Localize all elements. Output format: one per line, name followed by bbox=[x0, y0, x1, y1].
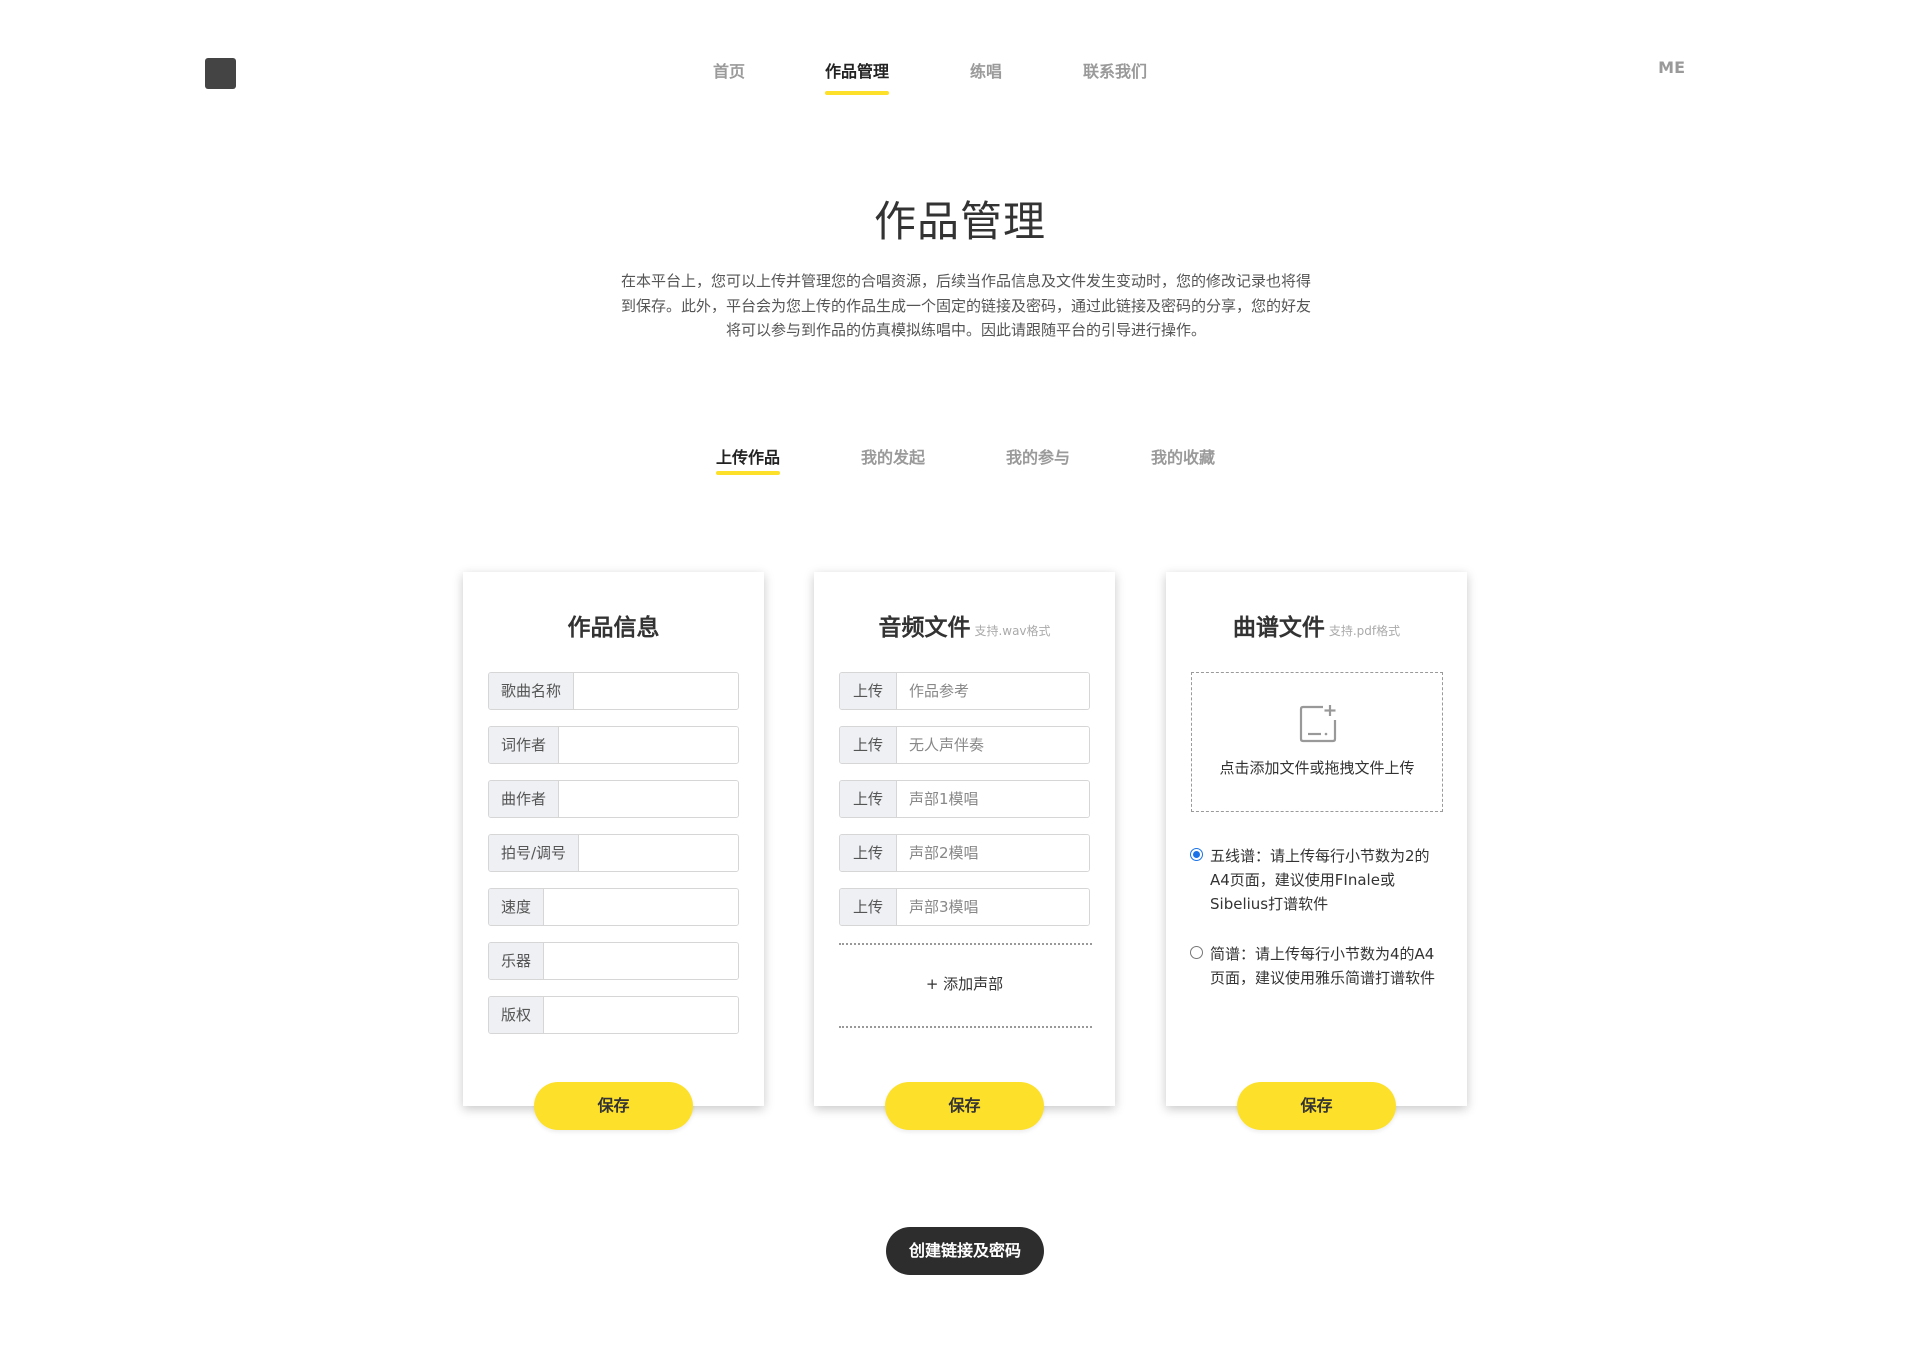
dropzone-text: 点击添加文件或拖拽文件上传 bbox=[1219, 759, 1415, 777]
card-title: 音频文件 支持.wav格式 bbox=[814, 608, 1115, 642]
upload-button[interactable]: 上传 bbox=[840, 889, 898, 925]
card-title: 作品信息 bbox=[463, 608, 764, 642]
page-description: 在本平台上，您可以上传并管理您的合唱资源，后续当作品信息及文件发生变动时，您的修… bbox=[620, 272, 1311, 339]
audio-part3-input[interactable] bbox=[897, 889, 1089, 925]
meter-key-field: 拍号/调号 bbox=[488, 834, 739, 872]
upload-button[interactable]: 上传 bbox=[840, 727, 898, 763]
card-title-text: 音频文件 bbox=[878, 615, 971, 641]
format-hint: 支持.pdf格式 bbox=[1328, 624, 1401, 638]
copyright-field: 版权 bbox=[488, 996, 739, 1034]
tab-participated[interactable]: 我的参与 bbox=[1006, 444, 1070, 468]
field-label: 曲作者 bbox=[489, 781, 560, 817]
top-nav: 首页 作品管理 练唱 联系我们 bbox=[0, 56, 1920, 100]
numbered-notation-option[interactable]: 简谱：请上传每行小节数为4的A4页面，建议使用雅乐简谱打谱软件 bbox=[1190, 942, 1440, 990]
audio-row-part2: 上传 bbox=[839, 834, 1090, 872]
audio-row-accompaniment: 上传 bbox=[839, 726, 1090, 764]
tempo-input[interactable] bbox=[544, 889, 738, 925]
song-name-field: 歌曲名称 bbox=[488, 672, 739, 710]
card-title: 曲谱文件 支持.pdf格式 bbox=[1166, 608, 1467, 642]
format-hint: 支持.wav格式 bbox=[974, 624, 1051, 638]
add-part-button[interactable]: + 添加声部 bbox=[814, 973, 1115, 994]
card-title-text: 曲谱文件 bbox=[1232, 615, 1325, 641]
work-info-card: 作品信息 歌曲名称 词作者 曲作者 拍号/调号 速度 乐器 版权 保存 bbox=[463, 572, 764, 1130]
card-title-text: 作品信息 bbox=[567, 615, 660, 641]
field-label: 乐器 bbox=[489, 943, 545, 979]
audio-part1-input[interactable] bbox=[897, 781, 1089, 817]
lyricist-input[interactable] bbox=[559, 727, 738, 763]
tab-upload[interactable]: 上传作品 bbox=[716, 444, 781, 475]
composer-input[interactable] bbox=[559, 781, 738, 817]
tab-favorites[interactable]: 我的收藏 bbox=[1151, 444, 1215, 468]
divider bbox=[839, 1026, 1092, 1028]
save-info-button[interactable]: 保存 bbox=[534, 1082, 693, 1130]
audio-row-reference: 上传 bbox=[839, 672, 1090, 710]
audio-part2-input[interactable] bbox=[897, 835, 1089, 871]
field-label: 词作者 bbox=[489, 727, 560, 763]
upload-button[interactable]: 上传 bbox=[840, 673, 898, 709]
create-link-button[interactable]: 创建链接及密码 bbox=[886, 1227, 1044, 1275]
upload-button[interactable]: 上传 bbox=[840, 781, 898, 817]
save-score-button[interactable]: 保存 bbox=[1237, 1082, 1396, 1130]
field-label: 歌曲名称 bbox=[489, 673, 575, 709]
audio-row-part3: 上传 bbox=[839, 888, 1090, 926]
radio-unchecked-icon[interactable] bbox=[1190, 946, 1203, 959]
nav-item-works[interactable]: 作品管理 bbox=[825, 58, 890, 95]
upload-button[interactable]: 上传 bbox=[840, 835, 898, 871]
staff-notation-option[interactable]: 五线谱：请上传每行小节数为2的A4页面，建议使用FInale或Sibelius打… bbox=[1190, 844, 1440, 916]
divider bbox=[839, 943, 1092, 945]
image-add-icon bbox=[1299, 705, 1337, 743]
radio-checked-icon[interactable] bbox=[1190, 848, 1203, 861]
field-label: 速度 bbox=[489, 889, 545, 925]
meter-key-input[interactable] bbox=[579, 835, 738, 871]
nav-item-practice[interactable]: 练唱 bbox=[970, 58, 1002, 82]
instrument-input[interactable] bbox=[544, 943, 738, 979]
option-text: 简谱：请上传每行小节数为4的A4页面，建议使用雅乐简谱打谱软件 bbox=[1210, 945, 1436, 987]
audio-reference-input[interactable] bbox=[897, 673, 1089, 709]
audio-accompaniment-input[interactable] bbox=[897, 727, 1089, 763]
copyright-input[interactable] bbox=[544, 997, 738, 1033]
option-text: 五线谱：请上传每行小节数为2的A4页面，建议使用FInale或Sibelius打… bbox=[1210, 847, 1430, 913]
audio-row-part1: 上传 bbox=[839, 780, 1090, 818]
score-files-card: 曲谱文件 支持.pdf格式 点击添加文件或拖拽文件上传 五线谱：请上传每行小节数为… bbox=[1166, 572, 1467, 1130]
nav-me-link[interactable]: ME bbox=[1658, 58, 1685, 77]
song-name-input[interactable] bbox=[574, 673, 738, 709]
tempo-field: 速度 bbox=[488, 888, 739, 926]
field-label: 版权 bbox=[489, 997, 545, 1033]
lyricist-field: 词作者 bbox=[488, 726, 739, 764]
page-title: 作品管理 bbox=[873, 197, 1046, 246]
save-audio-button[interactable]: 保存 bbox=[885, 1082, 1044, 1130]
nav-item-contact[interactable]: 联系我们 bbox=[1083, 58, 1147, 82]
file-dropzone[interactable]: 点击添加文件或拖拽文件上传 bbox=[1191, 672, 1443, 812]
instrument-field: 乐器 bbox=[488, 942, 739, 980]
nav-item-home[interactable]: 首页 bbox=[713, 58, 745, 82]
tab-initiated[interactable]: 我的发起 bbox=[861, 444, 925, 468]
field-label: 拍号/调号 bbox=[489, 835, 580, 871]
audio-files-card: 音频文件支持.wav格式 上传 上传 上传 上传 上传 + 添加声部 保存 bbox=[814, 572, 1115, 1130]
composer-field: 曲作者 bbox=[488, 780, 739, 818]
